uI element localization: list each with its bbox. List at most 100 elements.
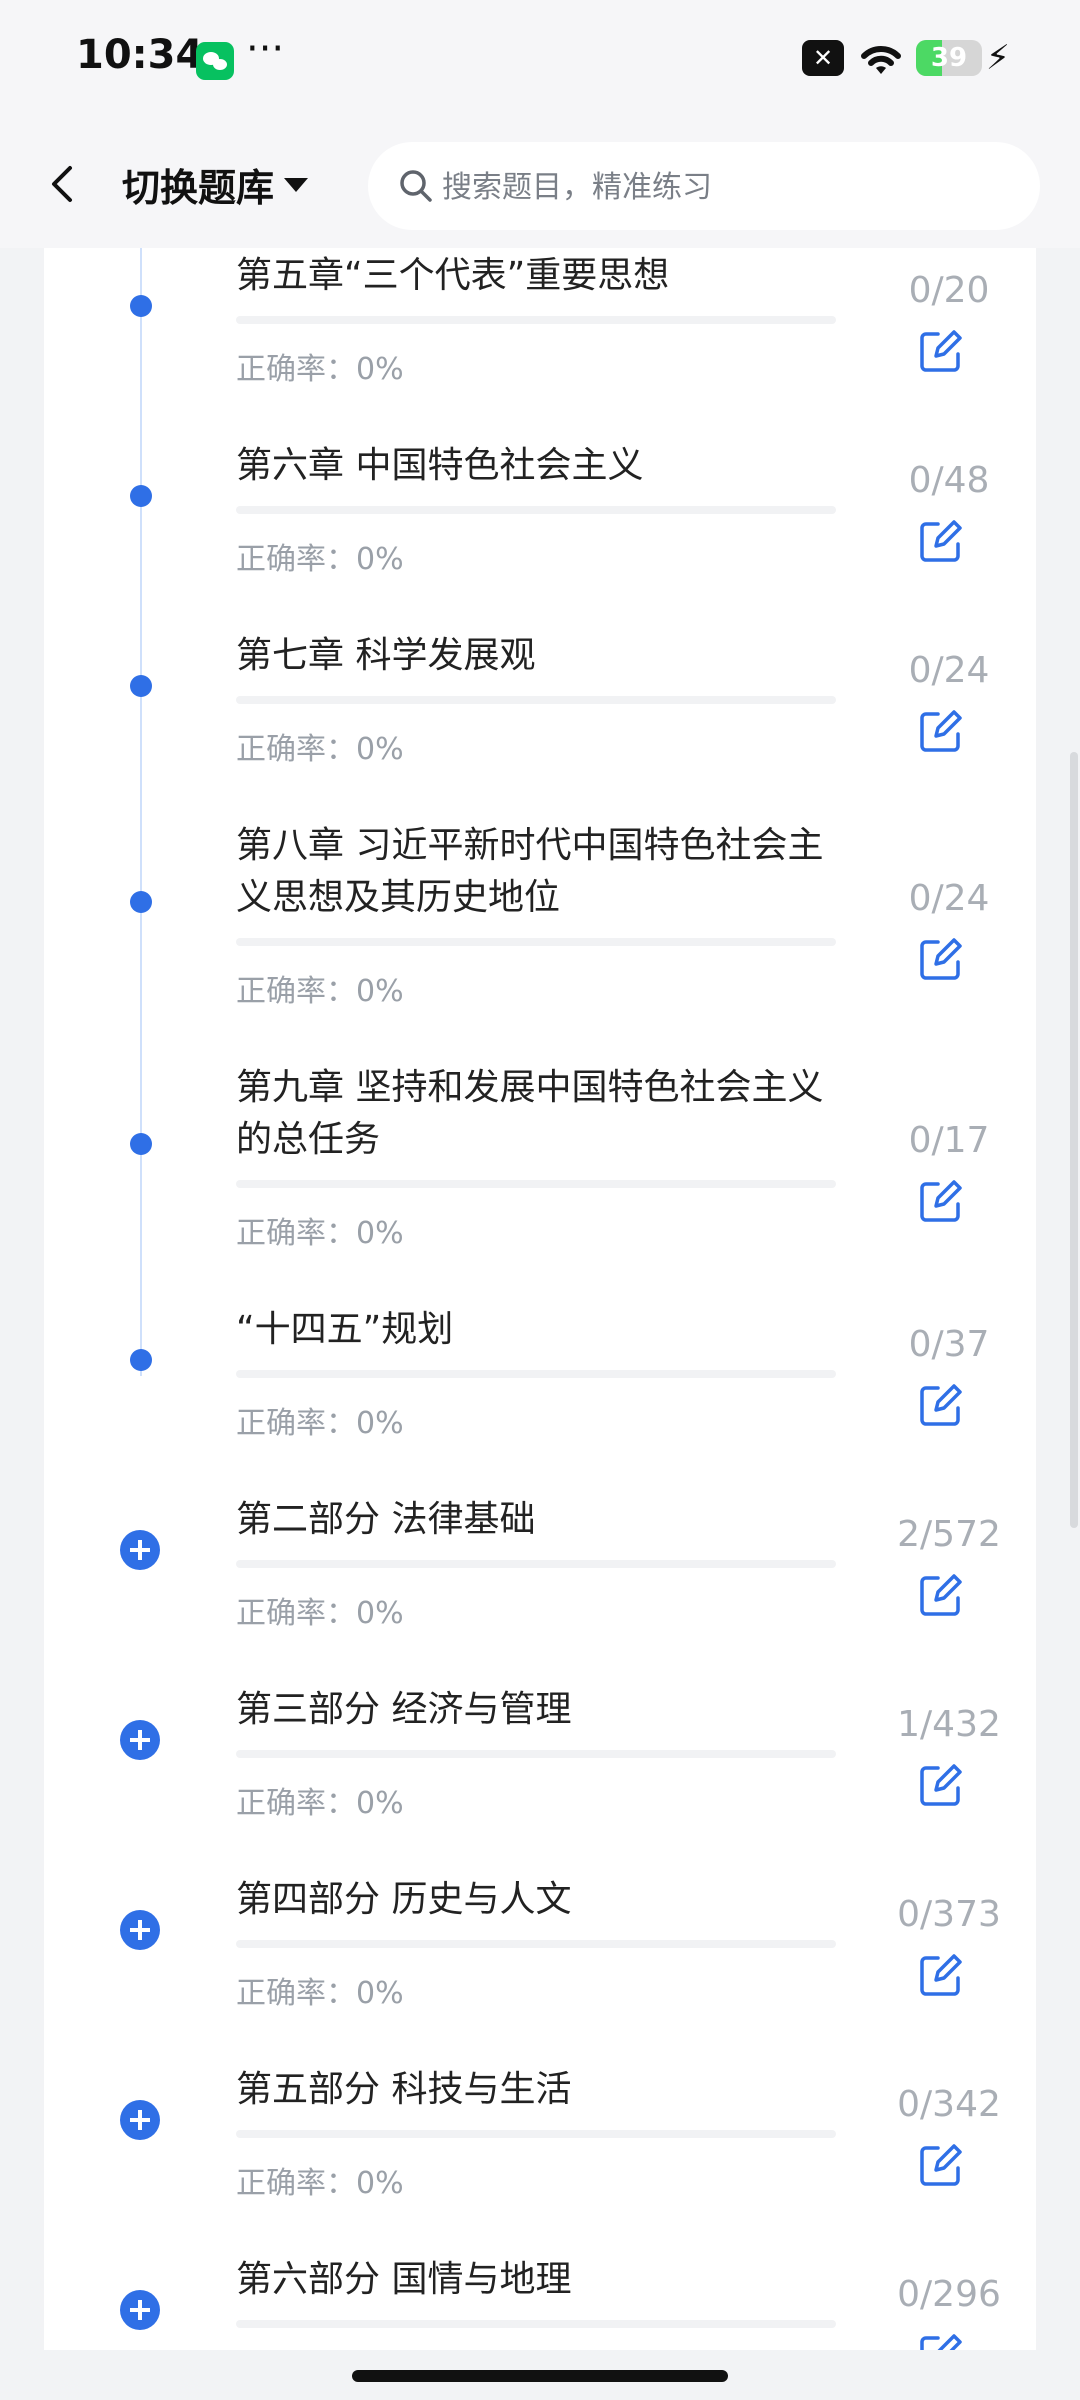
chapter-title: 第五部分 科技与生活 (236, 2069, 572, 2110)
chapter-title: 第八章 习近平新时代中国特色社会主义思想及其历史地位 (236, 825, 824, 918)
more-dots: ··· (246, 26, 285, 72)
wechat-icon (196, 42, 234, 80)
list-item[interactable]: 第二部分 法律基础 正确率：0% 2/572 (44, 1492, 1036, 1674)
accuracy-label: 正确率： (236, 1216, 356, 1251)
scrollbar[interactable] (1070, 752, 1078, 1528)
progress-bar (236, 506, 836, 514)
gesture-nav-bar (352, 2370, 728, 2382)
status-time: 10:34 (76, 32, 204, 78)
status-bar: 10:34 ··· ✕ 39 ⚡ (0, 0, 1080, 120)
caret-down-icon (284, 178, 309, 192)
list-item[interactable]: 第三部分 经济与管理 正确率：0% 1/432 (44, 1682, 1036, 1864)
question-count: 1/432 (897, 1704, 1001, 1745)
edit-icon[interactable] (916, 934, 966, 984)
question-count: 0/20 (908, 270, 990, 311)
accuracy-label: 正确率： (236, 1406, 356, 1441)
accuracy-label: 正确率： (236, 542, 356, 577)
chapter-title: 第七章 科学发展观 (236, 635, 536, 676)
timeline-dot (130, 891, 152, 913)
accuracy-value: 0% (356, 1216, 404, 1251)
edit-icon[interactable] (916, 1760, 966, 1810)
accuracy-value: 0% (356, 1406, 404, 1441)
plus-circle-icon[interactable] (120, 1530, 160, 1570)
edit-icon[interactable] (916, 516, 966, 566)
list-item[interactable]: 第九章 坚持和发展中国特色社会主义的总任务 正确率：0% 0/17 (44, 1060, 1036, 1294)
accuracy: 正确率：0% (236, 1398, 404, 1442)
chapter-title: 第九章 坚持和发展中国特色社会主义的总任务 (236, 1067, 824, 1160)
search-icon (400, 170, 432, 202)
list-item[interactable]: 第八章 习近平新时代中国特色社会主义思想及其历史地位正确率：0% 0/24 (44, 818, 1036, 1052)
list-item[interactable]: 第六章 中国特色社会主义 正确率：0% 0/48 (44, 438, 1036, 620)
plus-circle-icon[interactable] (120, 1720, 160, 1760)
accuracy: 正确率：0% (236, 1208, 404, 1252)
accuracy: 正确率：0% (236, 1968, 404, 2012)
search-input[interactable] (440, 142, 1004, 232)
plus-circle-icon[interactable] (120, 1910, 160, 1950)
battery-level: 39 (930, 43, 968, 73)
accuracy: 正确率：0% (236, 1588, 404, 1632)
edit-icon[interactable] (916, 1176, 966, 1226)
progress-bar (236, 2130, 836, 2138)
lightning-icon: ⚡ (986, 38, 1010, 78)
chapter-title: 第六章 中国特色社会主义 (236, 445, 644, 486)
edit-icon[interactable] (916, 706, 966, 756)
list-item[interactable]: 第六部分 国情与地理正确率：0% 0/296 (44, 2252, 1036, 2350)
edit-icon[interactable] (916, 326, 966, 376)
edit-icon[interactable] (916, 1950, 966, 2000)
edit-icon[interactable] (916, 1570, 966, 1620)
timeline-dot (130, 1349, 152, 1371)
accuracy-value: 0% (356, 1786, 404, 1821)
timeline-dot (130, 1133, 152, 1155)
list-item[interactable]: 第五部分 科技与生活 正确率：0% 0/342 (44, 2062, 1036, 2244)
question-count: 0/24 (908, 650, 990, 691)
progress-bar (236, 696, 836, 704)
question-count: 0/24 (908, 878, 990, 919)
timeline-dot (130, 295, 152, 317)
accuracy-value: 0% (356, 732, 404, 767)
accuracy-value: 0% (356, 1976, 404, 2011)
question-count: 0/37 (908, 1324, 990, 1365)
accuracy-value: 0% (356, 352, 404, 387)
progress-bar (236, 316, 836, 324)
accuracy: 正确率：0% (236, 534, 404, 578)
list-item[interactable]: 第四部分 历史与人文 正确率：0% 0/373 (44, 1872, 1036, 2054)
question-count: 0/48 (908, 460, 990, 501)
accuracy: 正确率：0% (236, 1778, 404, 1822)
wifi-icon (861, 45, 901, 74)
chevron-left-icon[interactable] (40, 160, 88, 208)
chapter-title: 第三部分 经济与管理 (236, 1689, 572, 1730)
edit-icon[interactable] (916, 1380, 966, 1430)
plus-circle-icon[interactable] (120, 2290, 160, 2330)
progress-bar (236, 1940, 836, 1948)
chapter-title: 第五章“三个代表”重要思想 (236, 255, 670, 296)
switch-question-bank-label: 切换题库 (122, 165, 275, 210)
progress-bar (236, 2320, 836, 2328)
close-icon: ✕ (802, 40, 844, 76)
plus-circle-icon[interactable] (120, 2100, 160, 2140)
accuracy-value: 0% (356, 1596, 404, 1631)
list-item[interactable]: “十四五”规划 正确率：0% 0/37 (44, 1302, 1036, 1484)
accuracy: 正确率：0% (236, 2158, 404, 2202)
app-bar: 切换题库 (0, 120, 1080, 248)
question-count: 0/296 (897, 2274, 1001, 2315)
accuracy-label: 正确率： (236, 1976, 356, 2011)
progress-bar (236, 1560, 836, 1568)
search-bar[interactable] (368, 142, 1040, 232)
list-item[interactable]: 第七章 科学发展观 正确率：0% 0/24 (44, 628, 1036, 810)
edit-icon[interactable] (916, 2140, 966, 2190)
question-count: 0/373 (897, 1894, 1001, 1935)
accuracy: 正确率：0% (236, 966, 404, 1010)
question-count: 2/572 (897, 1514, 1001, 1555)
switch-question-bank-button[interactable]: 切换题库 (122, 156, 309, 212)
chapter-title: 第四部分 历史与人文 (236, 1879, 572, 1920)
accuracy-label: 正确率： (236, 1786, 356, 1821)
accuracy-value: 0% (356, 542, 404, 577)
timeline-dot (130, 675, 152, 697)
edit-icon[interactable] (916, 2330, 966, 2350)
battery-indicator: 39 (916, 40, 982, 76)
accuracy-label: 正确率： (236, 1596, 356, 1631)
chapter-title: “十四五”规划 (236, 1309, 454, 1350)
list-item[interactable]: 第五章“三个代表”重要思想 正确率：0% 0/20 (44, 248, 1036, 430)
question-count: 0/342 (897, 2084, 1001, 2125)
accuracy-label: 正确率： (236, 974, 356, 1009)
